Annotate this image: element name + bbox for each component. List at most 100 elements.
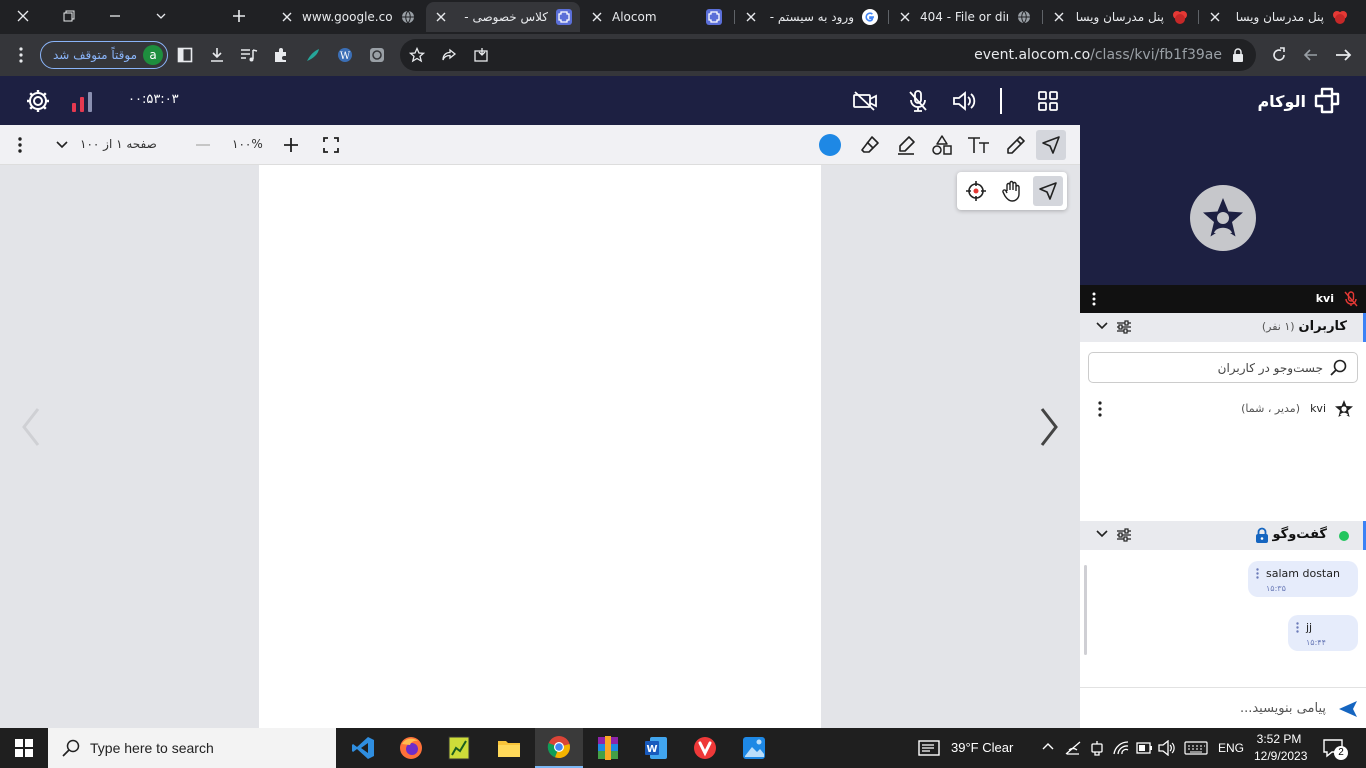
highlighter-tool[interactable] bbox=[891, 130, 921, 160]
start-button[interactable] bbox=[0, 728, 48, 768]
tab-404[interactable]: 404 - File or dire bbox=[890, 2, 1040, 32]
weather-icon[interactable] bbox=[918, 739, 944, 757]
winrar-app-button[interactable] bbox=[584, 728, 632, 768]
tab-close-button[interactable] bbox=[1052, 10, 1066, 24]
extension-wordpress-button[interactable]: W bbox=[332, 42, 358, 68]
media-control-button[interactable] bbox=[236, 42, 262, 68]
user-menu-button[interactable] bbox=[1098, 401, 1102, 417]
network-off-icon[interactable] bbox=[1064, 740, 1082, 756]
tab-close-button[interactable] bbox=[280, 10, 294, 24]
color-picker-button[interactable] bbox=[815, 130, 845, 160]
word-app-button[interactable]: W bbox=[632, 728, 680, 768]
pointer-select-tool[interactable] bbox=[1033, 176, 1063, 206]
collapse-users-button[interactable] bbox=[1096, 322, 1108, 330]
file-explorer-button[interactable] bbox=[485, 728, 533, 768]
laser-pointer-tool[interactable] bbox=[961, 176, 991, 206]
message-menu-icon[interactable] bbox=[1256, 568, 1259, 579]
reload-button[interactable] bbox=[1266, 42, 1292, 68]
vscode-app-button[interactable] bbox=[339, 728, 387, 768]
whiteboard-page[interactable] bbox=[259, 165, 821, 728]
input-language[interactable]: ENG bbox=[1218, 741, 1244, 755]
volume-icon[interactable] bbox=[1158, 740, 1176, 756]
eraser-tool[interactable] bbox=[855, 130, 885, 160]
tab-google[interactable]: www.google.com bbox=[272, 2, 424, 32]
notifications-button[interactable]: 2 bbox=[1322, 738, 1348, 760]
tab-teachers-panel-2[interactable]: پنل مدرسان ویسا bbox=[1200, 2, 1356, 32]
tab-close-button[interactable] bbox=[590, 10, 604, 24]
users-search-input[interactable] bbox=[1097, 359, 1323, 377]
photos-app-button[interactable] bbox=[730, 728, 778, 768]
tab-teachers-panel[interactable]: پنل مدرسان ویسا bbox=[1044, 2, 1196, 32]
profile-button[interactable]: موقتاً متوقف شد a bbox=[40, 41, 168, 69]
new-tab-button[interactable] bbox=[216, 0, 262, 32]
layout-button[interactable] bbox=[1034, 87, 1062, 115]
tab-close-button[interactable] bbox=[1208, 10, 1222, 24]
camera-toggle-button[interactable] bbox=[851, 87, 879, 115]
select-tool[interactable] bbox=[1036, 130, 1066, 160]
user-list-item[interactable]: (مدیر ، شما) kvi bbox=[1080, 397, 1366, 421]
settings-button[interactable] bbox=[24, 87, 52, 115]
share-button[interactable] bbox=[436, 42, 462, 68]
chevron-up-icon[interactable] bbox=[1042, 742, 1054, 750]
send-button[interactable] bbox=[1338, 700, 1358, 718]
side-panel-button[interactable] bbox=[172, 42, 198, 68]
collapse-chat-button[interactable] bbox=[1096, 530, 1108, 538]
chat-filter-button[interactable] bbox=[1116, 528, 1132, 542]
microphone-toggle-button[interactable] bbox=[904, 87, 932, 115]
tab-login[interactable]: ورود به سیستم - bbox=[736, 2, 886, 32]
text-tool[interactable] bbox=[964, 130, 994, 160]
calculator-app-button[interactable] bbox=[435, 728, 483, 768]
whiteboard-menu-button[interactable] bbox=[5, 130, 35, 160]
chat-message[interactable]: jj ۱۵:۴۴ bbox=[1288, 615, 1358, 651]
chat-section-header[interactable]: گفت‌وگو bbox=[1080, 521, 1366, 550]
downloads-button[interactable] bbox=[204, 42, 230, 68]
tab-close-button[interactable] bbox=[898, 10, 912, 24]
extension-vpn-button[interactable] bbox=[364, 42, 390, 68]
wifi-icon[interactable] bbox=[1112, 740, 1130, 756]
users-section-header[interactable]: کاربران(۱ نفر) bbox=[1080, 313, 1366, 342]
message-menu-icon[interactable] bbox=[1296, 622, 1299, 633]
users-filter-button[interactable] bbox=[1116, 320, 1132, 334]
tab-alocom[interactable]: Alocom bbox=[582, 2, 730, 32]
chat-input[interactable] bbox=[1090, 698, 1326, 718]
battery-icon[interactable] bbox=[1136, 741, 1154, 755]
previous-page-button[interactable] bbox=[16, 405, 46, 449]
chat-message[interactable]: salam dostan ۱۵:۳۵ bbox=[1248, 561, 1358, 597]
weather-text[interactable]: 39°F Clear bbox=[951, 740, 1013, 755]
address-bar[interactable]: event.alocom.co/class/kvi/fb1f39ae bbox=[400, 39, 1256, 71]
firefox-app-button[interactable] bbox=[387, 728, 435, 768]
device-icon[interactable] bbox=[1090, 740, 1104, 756]
lock-icon[interactable] bbox=[1255, 527, 1269, 544]
taskbar-clock[interactable]: 3:52 PM 12/9/2023 bbox=[1254, 731, 1307, 765]
forward-button[interactable] bbox=[1298, 42, 1324, 68]
zoom-in-button[interactable] bbox=[276, 130, 306, 160]
page-indicator[interactable]: صفحه ۱ از ۱۰۰ bbox=[80, 137, 157, 151]
bookmark-button[interactable] bbox=[404, 42, 430, 68]
speaker-toggle-button[interactable] bbox=[950, 87, 978, 115]
participant-menu-button[interactable] bbox=[1092, 292, 1096, 306]
pan-tool[interactable] bbox=[997, 176, 1027, 206]
zoom-out-button[interactable] bbox=[188, 130, 218, 160]
install-app-button[interactable] bbox=[468, 42, 494, 68]
tab-private-class[interactable]: کلاس خصوصی - bbox=[426, 2, 580, 32]
taskbar-search[interactable]: Type here to search bbox=[48, 728, 336, 768]
back-button[interactable] bbox=[1330, 42, 1356, 68]
page-select-dropdown[interactable] bbox=[52, 130, 72, 160]
pencil-tool[interactable] bbox=[1001, 130, 1031, 160]
vivaldi-app-button[interactable] bbox=[681, 728, 729, 768]
next-page-button[interactable] bbox=[1034, 405, 1064, 449]
connection-quality-indicator[interactable] bbox=[70, 87, 98, 115]
fullscreen-button[interactable] bbox=[316, 130, 346, 160]
tab-search-button[interactable] bbox=[138, 0, 184, 32]
chrome-app-button[interactable] bbox=[535, 728, 583, 768]
restore-window-button[interactable] bbox=[46, 0, 92, 32]
tab-close-button[interactable] bbox=[434, 10, 448, 24]
chat-scrollbar[interactable] bbox=[1084, 565, 1087, 655]
tab-close-button[interactable] bbox=[744, 10, 758, 24]
minimize-window-button[interactable] bbox=[92, 0, 138, 32]
lock-icon[interactable] bbox=[1232, 48, 1244, 62]
menu-button[interactable] bbox=[8, 42, 34, 68]
extensions-button[interactable] bbox=[268, 42, 294, 68]
shapes-tool[interactable] bbox=[927, 130, 957, 160]
keyboard-icon[interactable] bbox=[1184, 740, 1208, 756]
